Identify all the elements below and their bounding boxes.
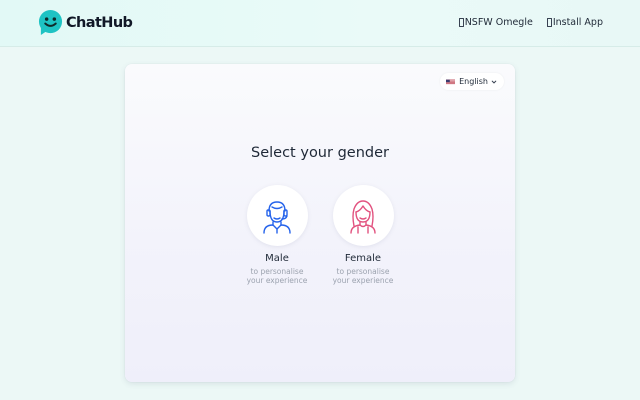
nav-link-install-app[interactable]: Install App	[546, 17, 603, 28]
top-header: ChatHub NSFW Omegle Install App	[0, 0, 640, 47]
nav-link-label: Install App	[552, 17, 603, 28]
male-label: Male	[265, 253, 289, 264]
chevron-down-icon	[491, 80, 497, 84]
male-subtitle-line2: your experience	[246, 275, 308, 285]
nav-link-nsfw-omegle[interactable]: NSFW Omegle	[458, 17, 533, 28]
female-subtitle: to personalise your experience	[318, 267, 408, 285]
language-selector[interactable]: English	[440, 73, 504, 90]
female-subtitle-line2: your experience	[332, 275, 394, 285]
male-avatar-icon	[263, 200, 291, 234]
male-subtitle: to personalise your experience	[232, 267, 322, 285]
female-avatar-icon	[350, 199, 376, 234]
gender-option-male[interactable]: Male to personalise your experience	[232, 185, 322, 285]
chathub-logo[interactable]: ChatHub	[38, 10, 133, 36]
gender-option-female[interactable]: Female to personalise your experience	[318, 185, 408, 285]
app-name: ChatHub	[66, 15, 133, 31]
female-avatar-circle[interactable]	[332, 185, 394, 246]
page-title: Select your gender	[251, 145, 389, 161]
female-label: Female	[344, 253, 382, 264]
chat-smiley-icon	[38, 10, 63, 36]
external-link-icon	[458, 18, 464, 27]
language-label: English	[459, 77, 488, 86]
gender-selection-card: English Select your gender Male to perso…	[125, 64, 515, 382]
us-flag-icon	[446, 79, 456, 84]
male-avatar-circle[interactable]	[246, 185, 308, 246]
nav-link-label: NSFW Omegle	[464, 17, 533, 28]
header-nav: NSFW Omegle Install App	[458, 17, 603, 28]
mobile-icon	[546, 18, 552, 27]
